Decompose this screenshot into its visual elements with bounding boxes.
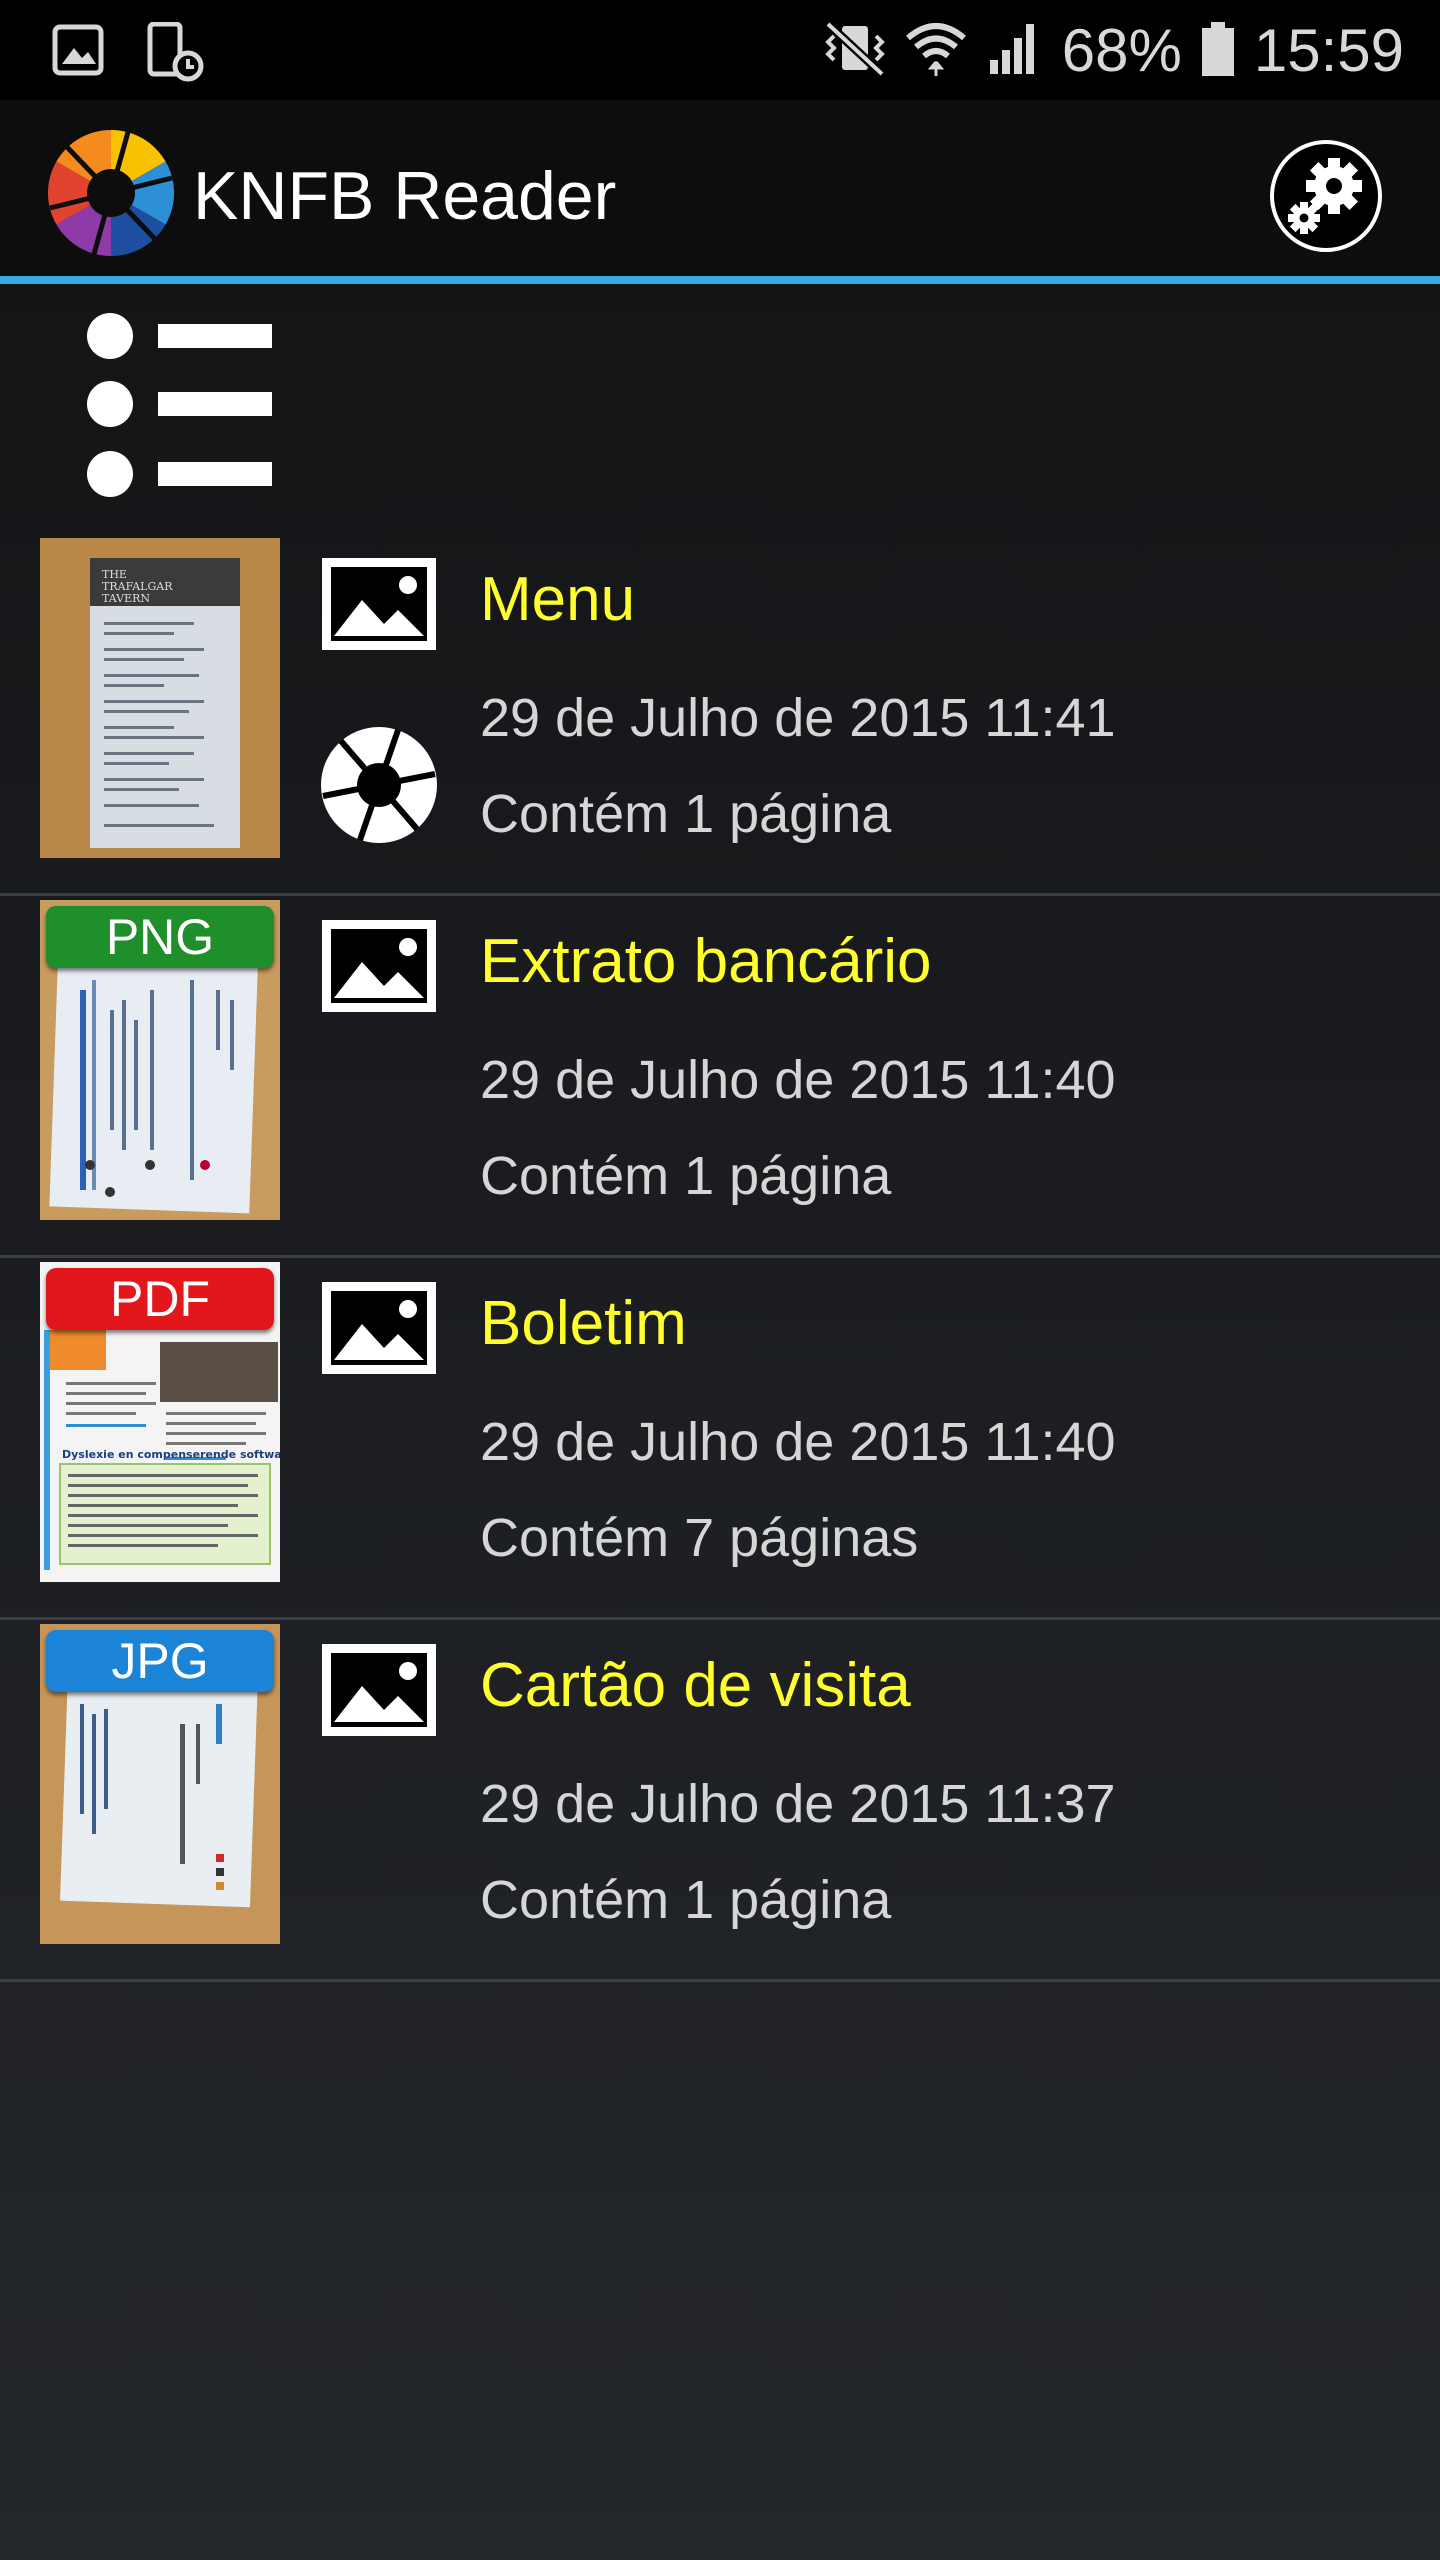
list-item[interactable]: PNG Extrato bancário 29 de Julho de 2015… <box>0 896 1440 1258</box>
list-item[interactable]: Dyslexie en compenserende software: waar… <box>0 1258 1440 1620</box>
document-title: Extrato bancário <box>480 927 932 996</box>
file-type-badge: JPG <box>46 1630 274 1692</box>
image-icon <box>318 1278 440 1378</box>
document-page-count: Contém 7 páginas <box>480 1508 919 1568</box>
file-type-badge: PDF <box>46 1268 274 1330</box>
document-date: 29 de Julho de 2015 11:40 <box>480 1412 1116 1472</box>
svg-text:Dyslexie en compenserende soft: Dyslexie en compenserende software: waar… <box>62 1448 280 1461</box>
list-item[interactable]: JPG Cartão de visita 29 de Julho de 2015… <box>0 1620 1440 1982</box>
app-title: KNFB Reader <box>193 158 617 234</box>
status-bar: 68% 15:59 <box>0 0 1440 100</box>
image-icon <box>318 916 440 1016</box>
document-page-count: Contém 1 página <box>480 784 892 844</box>
image-icon <box>318 554 440 654</box>
document-thumbnail: JPG <box>40 1624 280 1944</box>
list-icon <box>87 313 272 497</box>
document-title: Boletim <box>480 1289 687 1358</box>
phone-schedule-icon <box>146 21 206 87</box>
signal-icon <box>986 18 1044 83</box>
document-date: 29 de Julho de 2015 11:40 <box>480 1050 1116 1110</box>
gallery-icon <box>52 22 104 83</box>
clock: 15:59 <box>1253 16 1404 84</box>
document-thumbnail: PNG <box>40 900 280 1220</box>
document-page-count: Contém 1 página <box>480 1870 892 1930</box>
wifi-icon <box>904 18 968 83</box>
list-item[interactable]: THE TRAFALGAR TAVERN Menu 29 de Julho de… <box>0 534 1440 896</box>
document-date: 29 de Julho de 2015 11:41 <box>480 688 1116 748</box>
file-type-badge: PNG <box>46 906 274 968</box>
document-thumbnail: Dyslexie en compenserende software: waar… <box>40 1262 280 1582</box>
document-date: 29 de Julho de 2015 11:37 <box>480 1774 1116 1834</box>
document-page-count: Contém 1 página <box>480 1146 892 1206</box>
document-thumbnail: THE TRAFALGAR TAVERN <box>40 538 280 858</box>
vibrate-mute-icon <box>824 18 886 83</box>
battery-percent: 68% <box>1061 16 1182 84</box>
app-logo-icon <box>46 128 176 258</box>
list-view-button[interactable] <box>80 310 280 500</box>
app-bar: KNFB Reader <box>0 100 1440 284</box>
camera-aperture-icon <box>318 724 440 846</box>
document-title: Menu <box>480 565 636 634</box>
image-icon <box>318 1640 440 1740</box>
settings-button[interactable] <box>1270 140 1382 252</box>
svg-text:TAVERN: TAVERN <box>102 592 150 605</box>
gears-icon <box>1288 158 1362 234</box>
document-list: THE TRAFALGAR TAVERN Menu 29 de Julho de… <box>0 534 1440 1982</box>
document-title: Cartão de visita <box>480 1651 911 1720</box>
battery-icon <box>1200 18 1236 83</box>
